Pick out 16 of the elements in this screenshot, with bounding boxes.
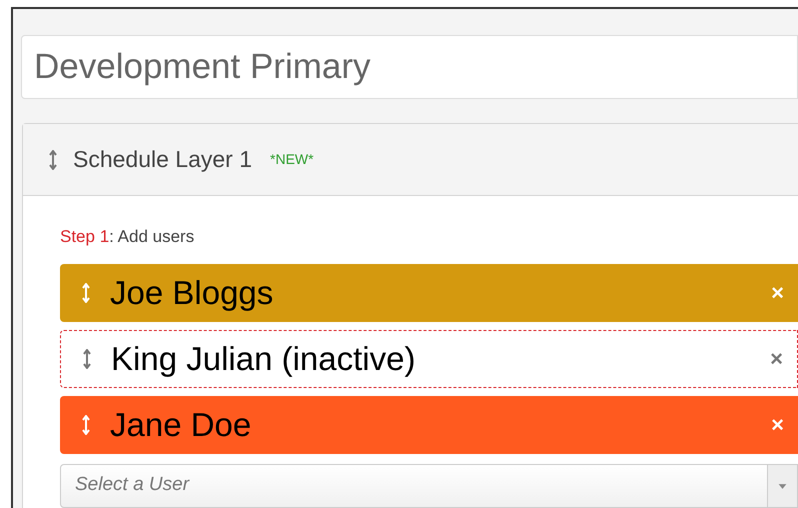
step-text: : Add users bbox=[109, 227, 194, 246]
drag-handle-icon[interactable] bbox=[49, 150, 57, 170]
user-row[interactable]: King Julian (inactive) × bbox=[60, 330, 798, 388]
select-placeholder: Select a User bbox=[74, 473, 191, 498]
remove-icon[interactable]: × bbox=[770, 342, 783, 375]
new-label: *NEW* bbox=[270, 150, 314, 169]
user-name: Joe Bloggs bbox=[110, 272, 274, 313]
user-select[interactable]: Select a User bbox=[60, 464, 798, 508]
remove-icon[interactable]: × bbox=[771, 408, 784, 441]
user-name: King Julian (inactive) bbox=[111, 338, 416, 379]
user-row[interactable]: Jane Doe × bbox=[60, 396, 798, 454]
step-label: Step 1 bbox=[60, 227, 110, 246]
drag-handle-icon[interactable] bbox=[83, 348, 91, 368]
schedule-name-field[interactable]: Development Primary bbox=[21, 35, 798, 99]
user-name: Jane Doe bbox=[110, 404, 252, 445]
layer-title: Schedule Layer 1 bbox=[73, 145, 252, 174]
